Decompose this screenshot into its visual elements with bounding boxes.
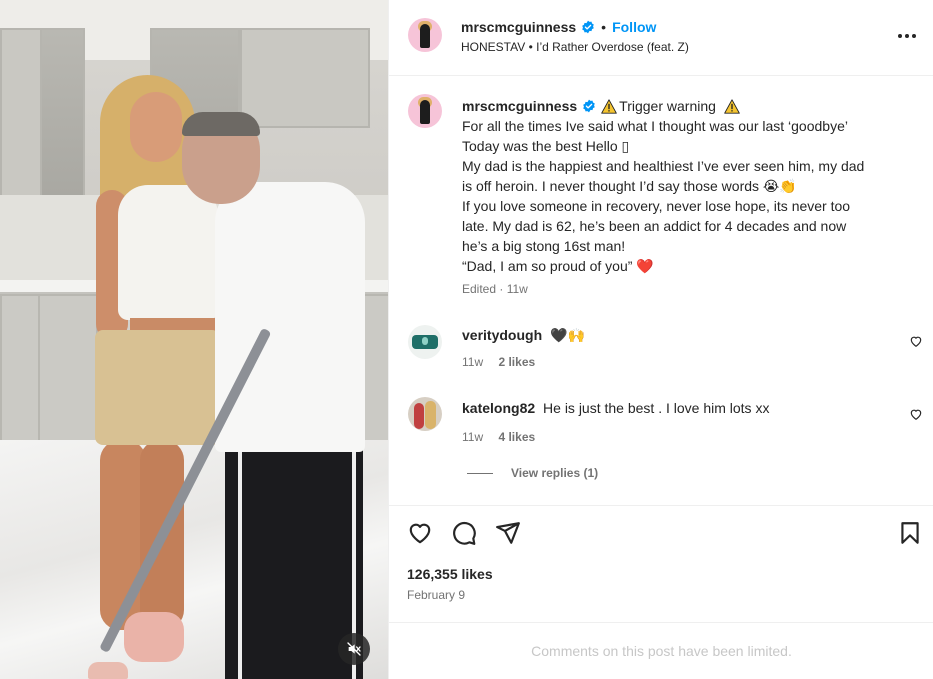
more-options-icon [898,34,916,38]
caption-line: is off heroin. I never thought I’d say t… [462,178,797,194]
caption-username[interactable]: mrscmcguinness [462,96,577,116]
likes-count[interactable]: 126,355 likes [407,566,493,582]
timestamp[interactable]: 11w [507,282,528,296]
verified-badge-icon [582,20,594,34]
caption-line: late. My dad is 62, he’s been an addict … [462,218,847,234]
comment-time[interactable]: 11w [462,430,483,444]
kitchen-cabinet [0,28,42,198]
comment-likes[interactable]: 2 likes [498,355,535,369]
audio-track: I’d Rather Overdose (feat. Z) [536,40,689,54]
trouser-stripe [238,450,242,679]
woman-top [118,185,218,320]
share-icon[interactable] [495,520,521,546]
kitchen-cabinet [240,28,370,128]
audio-attribution[interactable]: HONESTAV • I’d Rather Overdose (feat. Z) [461,40,689,54]
man-tshirt [215,182,365,452]
caption-meta: Edited · 11w [462,282,528,296]
divider [467,472,493,474]
like-comment-icon[interactable] [909,407,923,421]
sneaker [88,662,128,679]
comment-text: 🖤🙌 [550,327,585,343]
comment-likes[interactable]: 4 likes [498,430,535,444]
edited-label: Edited [462,282,497,296]
caption-line: Today was the best Hello ▯ [462,138,630,154]
comment-icon[interactable] [451,520,477,546]
comment-text: He is just the best . I love him lots xx [543,400,770,416]
post-details-panel: mrscmcguinness • Follow HONESTAV • I’d R… [388,0,933,679]
separator: • [528,40,533,54]
caption-line: he’s a big stong 16st man! [462,238,626,254]
sneaker [124,612,184,662]
caption-line: For all the times Ive said what I though… [462,118,848,134]
caption-line: If you love someone in recovery, never l… [462,198,851,214]
woman-shorts [95,330,220,445]
post-header: mrscmcguinness • Follow HONESTAV • I’d R… [389,0,933,76]
avatar[interactable] [408,18,442,52]
view-replies-button[interactable]: View replies (1) [467,466,598,480]
caption-line: Trigger warning [619,98,716,114]
post-date[interactable]: February 9 [407,588,465,602]
comment-time[interactable]: 11w [462,355,483,369]
audio-artist: HONESTAV [461,40,526,54]
kitchen-cabinet [38,294,98,444]
avatar[interactable] [408,94,442,128]
warning-icon [724,98,740,114]
view-replies-label: View replies (1) [511,466,599,480]
muted-speaker-icon [347,642,361,656]
comment-username[interactable]: katelong82 [462,400,535,416]
warning-icon [601,98,617,114]
like-comment-icon[interactable] [909,334,923,348]
man-hair [182,112,260,136]
kitchen-cabinet [0,294,40,444]
bookmark-icon[interactable] [897,520,923,546]
more-options-button[interactable] [895,24,919,48]
heart-icon[interactable] [407,520,433,546]
mute-button[interactable] [338,633,370,665]
avatar[interactable] [408,325,442,359]
follow-button[interactable]: Follow [612,19,656,35]
comment-username[interactable]: veritydough [462,327,542,343]
separator: · [499,282,504,296]
post-media[interactable] [0,0,388,679]
post-caption: mrscmcguinness Trigger warning For all t… [462,96,912,276]
comments-limited-notice: Comments on this post have been limited. [389,622,933,679]
author-username[interactable]: mrscmcguinness [461,19,576,35]
action-bar [389,505,933,560]
kitchen-cabinet [40,28,85,198]
avatar[interactable] [408,397,442,431]
separator: • [601,19,607,35]
verified-badge-icon [583,99,595,113]
woman-face [130,92,182,162]
caption-line: My dad is the happiest and healthiest I’… [462,158,865,174]
caption-line: “Dad, I am so proud of you” ❤️ [462,258,654,274]
